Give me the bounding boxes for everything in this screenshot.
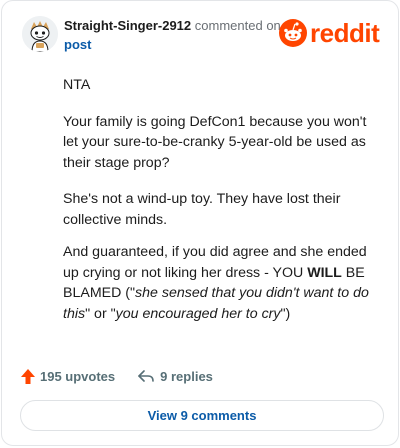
comment-paragraph: And guaranteed, if you did agree and she… xyxy=(63,242,381,324)
username-link[interactable]: Straight-Singer-2912 xyxy=(64,18,191,33)
snoo-avatar-icon xyxy=(22,16,58,52)
comment-text: " or " xyxy=(85,305,116,322)
user-avatar[interactable] xyxy=(22,16,58,52)
comment-paragraph: Your family is going DefCon1 because you… xyxy=(63,113,367,171)
comment-italic-text: you encouraged her to cry xyxy=(115,305,281,322)
comment-bold-text: WILL xyxy=(307,264,342,281)
reddit-logo[interactable]: reddit xyxy=(279,17,380,49)
comment-card: Straight-Singer-2912 commented on post r… xyxy=(1,0,399,446)
reddit-wordmark: reddit xyxy=(310,18,380,48)
reddit-snoo-icon xyxy=(279,19,307,47)
comment-text: ") xyxy=(280,305,291,322)
comment-paragraph: She's not a wind-up toy. They have lost … xyxy=(63,191,341,228)
comment-paragraph: NTA xyxy=(63,77,91,93)
upvote-count: 195 upvotes xyxy=(40,368,116,384)
upvote-button[interactable]: 195 upvotes xyxy=(20,368,115,385)
view-comments-button[interactable]: View 9 comments xyxy=(20,400,384,431)
comment-meta: Straight-Singer-2912 commented on post xyxy=(64,16,284,54)
replies-button[interactable]: 9 replies xyxy=(137,368,213,384)
reply-count: 9 replies xyxy=(160,368,213,384)
upvote-arrow-icon xyxy=(21,368,35,384)
post-link[interactable]: post xyxy=(64,35,284,54)
reply-arrow-icon xyxy=(138,370,154,382)
commented-on-label: commented on xyxy=(194,18,281,33)
comment-stats: 195 upvotes 9 replies xyxy=(20,365,213,387)
comment-body: NTA Your family is going DefCon1 because… xyxy=(63,75,381,340)
